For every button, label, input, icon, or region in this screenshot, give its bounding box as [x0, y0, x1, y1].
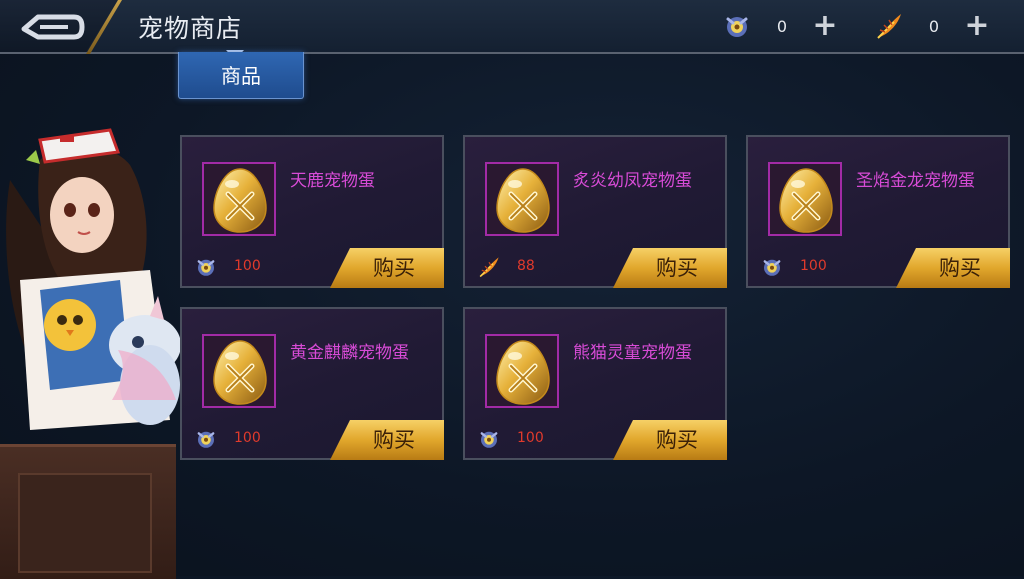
pet-coin-value: 0: [776, 16, 788, 36]
item-name: 天鹿宠物蛋: [290, 171, 375, 191]
shopkeeper-illustration: [6, 128, 181, 430]
pedestal: [0, 444, 176, 579]
pet-coin-icon: [722, 11, 752, 41]
item-price: 100: [234, 430, 261, 446]
item-price: 100: [234, 258, 261, 274]
pet-egg-icon: [208, 166, 272, 234]
shop-item-card[interactable]: 圣焰金龙宠物蛋 100 购买: [746, 135, 1010, 288]
pet-egg-icon: [491, 338, 555, 406]
pedestal-panel: [18, 473, 152, 573]
pet-coin-icon: [194, 255, 218, 279]
pet-egg-icon: [491, 166, 555, 234]
shop-item-card[interactable]: 黄金麒麟宠物蛋 100 购买: [180, 307, 444, 460]
top-bar: 宠物商店 0 + 0 +: [0, 0, 1024, 54]
buy-button[interactable]: 购买: [330, 420, 444, 460]
item-icon-frame: [202, 334, 276, 408]
shop-item-card[interactable]: 熊猫灵童宠物蛋 100 购买: [463, 307, 727, 460]
resource-pet-coin: 0 +: [722, 11, 838, 41]
buy-button[interactable]: 购买: [613, 248, 727, 288]
buy-button[interactable]: 购买: [613, 420, 727, 460]
item-icon-frame: [202, 162, 276, 236]
pet-coin-icon: [194, 427, 218, 451]
pet-egg-icon: [774, 166, 838, 234]
item-name: 黄金麒麟宠物蛋: [290, 343, 409, 363]
buy-button[interactable]: 购买: [330, 248, 444, 288]
feather-value: 0: [928, 16, 940, 36]
item-price: 100: [517, 430, 544, 446]
feather-icon: [874, 11, 904, 41]
shop-item-card[interactable]: 天鹿宠物蛋 100 购买: [180, 135, 444, 288]
pet-coin-icon: [477, 427, 501, 451]
add-feather-button[interactable]: +: [964, 11, 990, 41]
item-icon-frame: [768, 162, 842, 236]
item-price: 88: [517, 258, 535, 274]
add-pet-coin-button[interactable]: +: [812, 11, 838, 41]
back-button[interactable]: [0, 0, 118, 52]
shop-item-card[interactable]: 炙炎幼凤宠物蛋 88 购买: [463, 135, 727, 288]
page-title: 宠物商店: [138, 14, 243, 43]
item-icon-frame: [485, 162, 559, 236]
pet-coin-icon: [760, 255, 784, 279]
item-name: 熊猫灵童宠物蛋: [573, 343, 692, 363]
item-price: 100: [800, 258, 827, 274]
tab-goods[interactable]: 商品: [178, 52, 304, 99]
item-name: 圣焰金龙宠物蛋: [856, 171, 975, 191]
resource-feather: 0 +: [874, 11, 990, 41]
back-arrow-icon: [21, 14, 85, 40]
feather-icon: [477, 255, 501, 279]
item-name: 炙炎幼凤宠物蛋: [573, 171, 692, 191]
item-icon-frame: [485, 334, 559, 408]
buy-button[interactable]: 购买: [896, 248, 1010, 288]
pet-egg-icon: [208, 338, 272, 406]
